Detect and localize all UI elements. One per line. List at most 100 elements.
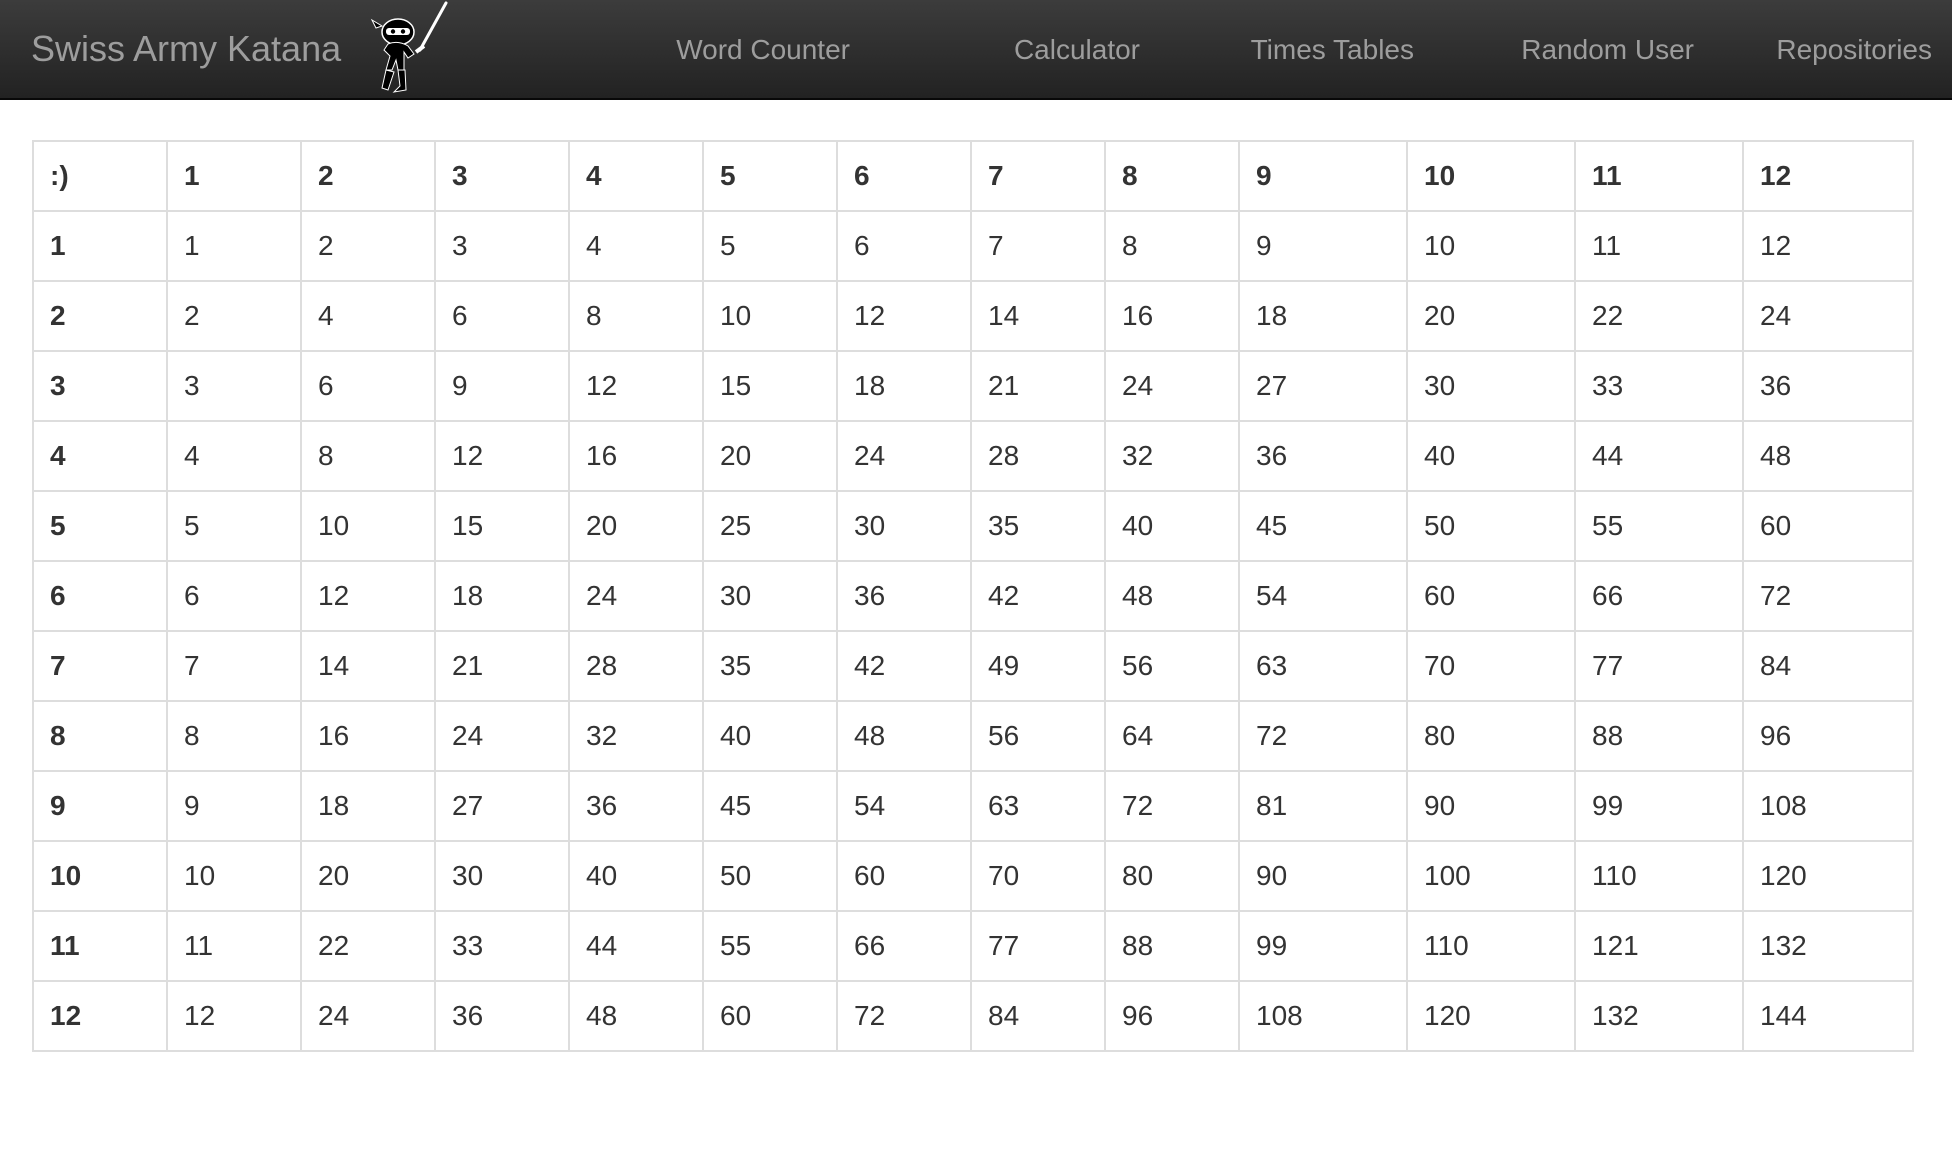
- table-row: 3 3 6 9 12 15 18 21 24 27 30 33 36: [32, 350, 1914, 422]
- product-cell: 48: [1104, 560, 1240, 632]
- product-cell: 84: [1742, 630, 1914, 702]
- row-header: 6: [32, 560, 168, 632]
- product-cell: 22: [300, 910, 436, 982]
- product-cell: 50: [702, 840, 838, 912]
- product-cell: 12: [568, 350, 704, 422]
- product-cell: 45: [702, 770, 838, 842]
- product-cell: 48: [1742, 420, 1914, 492]
- product-cell: 120: [1742, 840, 1914, 912]
- product-cell: 6: [434, 280, 570, 352]
- product-cell: 63: [1238, 630, 1408, 702]
- product-cell: 14: [300, 630, 436, 702]
- product-cell: 110: [1574, 840, 1744, 912]
- product-cell: 60: [702, 980, 838, 1052]
- row-header: 3: [32, 350, 168, 422]
- product-cell: 50: [1406, 490, 1576, 562]
- product-cell: 16: [568, 420, 704, 492]
- column-header: 10: [1406, 140, 1576, 212]
- corner-cell: :): [32, 140, 168, 212]
- product-cell: 24: [434, 700, 570, 772]
- product-cell: 88: [1574, 700, 1744, 772]
- product-cell: 45: [1238, 490, 1408, 562]
- product-cell: 40: [702, 700, 838, 772]
- table-row: 9 9 18 27 36 45 54 63 72 81 90 99 108: [32, 770, 1914, 842]
- product-cell: 24: [836, 420, 972, 492]
- product-cell: 2: [166, 280, 302, 352]
- product-cell: 20: [300, 840, 436, 912]
- product-cell: 9: [1238, 210, 1408, 282]
- row-header: 12: [32, 980, 168, 1052]
- column-header: 7: [970, 140, 1106, 212]
- nav-times-tables[interactable]: Times Tables: [1251, 30, 1414, 70]
- product-cell: 8: [1104, 210, 1240, 282]
- product-cell: 33: [1574, 350, 1744, 422]
- column-header: 3: [434, 140, 570, 212]
- product-cell: 12: [166, 980, 302, 1052]
- product-cell: 33: [434, 910, 570, 982]
- product-cell: 90: [1406, 770, 1576, 842]
- row-header: 2: [32, 280, 168, 352]
- table-row: 1 1 2 3 4 5 6 7 8 9 10 11 12: [32, 210, 1914, 282]
- table-row: 7 7 14 21 28 35 42 49 56 63 70 77 84: [32, 630, 1914, 702]
- product-cell: 30: [1406, 350, 1576, 422]
- product-cell: 16: [1104, 280, 1240, 352]
- product-cell: 49: [970, 630, 1106, 702]
- product-cell: 36: [1742, 350, 1914, 422]
- column-header: 6: [836, 140, 972, 212]
- product-cell: 54: [1238, 560, 1408, 632]
- product-cell: 80: [1406, 700, 1576, 772]
- product-cell: 4: [300, 280, 436, 352]
- product-cell: 144: [1742, 980, 1914, 1052]
- product-cell: 44: [1574, 420, 1744, 492]
- row-header: 4: [32, 420, 168, 492]
- table-row: 11 11 22 33 44 55 66 77 88 99 110 121 132: [32, 910, 1914, 982]
- product-cell: 63: [970, 770, 1106, 842]
- table-row: 10 10 20 30 40 50 60 70 80 90 100 110 120: [32, 840, 1914, 912]
- product-cell: 60: [1742, 490, 1914, 562]
- row-header: 5: [32, 490, 168, 562]
- ninja-logo-icon: [370, 1, 448, 93]
- nav-random-user[interactable]: Random User: [1521, 30, 1694, 70]
- product-cell: 5: [166, 490, 302, 562]
- nav-repositories[interactable]: Repositories: [1776, 30, 1932, 70]
- product-cell: 11: [166, 910, 302, 982]
- product-cell: 24: [568, 560, 704, 632]
- product-cell: 80: [1104, 840, 1240, 912]
- brand-link[interactable]: Swiss Army Katana: [31, 26, 341, 72]
- product-cell: 36: [434, 980, 570, 1052]
- product-cell: 40: [1104, 490, 1240, 562]
- product-cell: 20: [702, 420, 838, 492]
- product-cell: 35: [702, 630, 838, 702]
- product-cell: 72: [1104, 770, 1240, 842]
- product-cell: 44: [568, 910, 704, 982]
- product-cell: 20: [568, 490, 704, 562]
- product-cell: 8: [568, 280, 704, 352]
- product-cell: 42: [836, 630, 972, 702]
- product-cell: 10: [300, 490, 436, 562]
- product-cell: 10: [1406, 210, 1576, 282]
- nav-calculator[interactable]: Calculator: [1014, 30, 1140, 70]
- product-cell: 132: [1574, 980, 1744, 1052]
- product-cell: 22: [1574, 280, 1744, 352]
- column-header: 4: [568, 140, 704, 212]
- product-cell: 55: [1574, 490, 1744, 562]
- column-header: 8: [1104, 140, 1240, 212]
- product-cell: 9: [166, 770, 302, 842]
- product-cell: 3: [434, 210, 570, 282]
- row-header: 10: [32, 840, 168, 912]
- product-cell: 108: [1238, 980, 1408, 1052]
- product-cell: 6: [836, 210, 972, 282]
- product-cell: 27: [1238, 350, 1408, 422]
- nav-word-counter[interactable]: Word Counter: [676, 30, 850, 70]
- product-cell: 30: [702, 560, 838, 632]
- times-table: :) 1 2 3 4 5 6 7 8 9 10 11 12 1 1 2 3 4 5 6 7 8 9 10 11 12 2 2 4 6 8…: [32, 140, 1914, 1052]
- product-cell: 12: [836, 280, 972, 352]
- product-cell: 32: [568, 700, 704, 772]
- table-row: 6 6 12 18 24 30 36 42 48 54 60 66 72: [32, 560, 1914, 632]
- product-cell: 10: [166, 840, 302, 912]
- product-cell: 40: [1406, 420, 1576, 492]
- product-cell: 35: [970, 490, 1106, 562]
- product-cell: 4: [166, 420, 302, 492]
- product-cell: 120: [1406, 980, 1576, 1052]
- column-header: 12: [1742, 140, 1914, 212]
